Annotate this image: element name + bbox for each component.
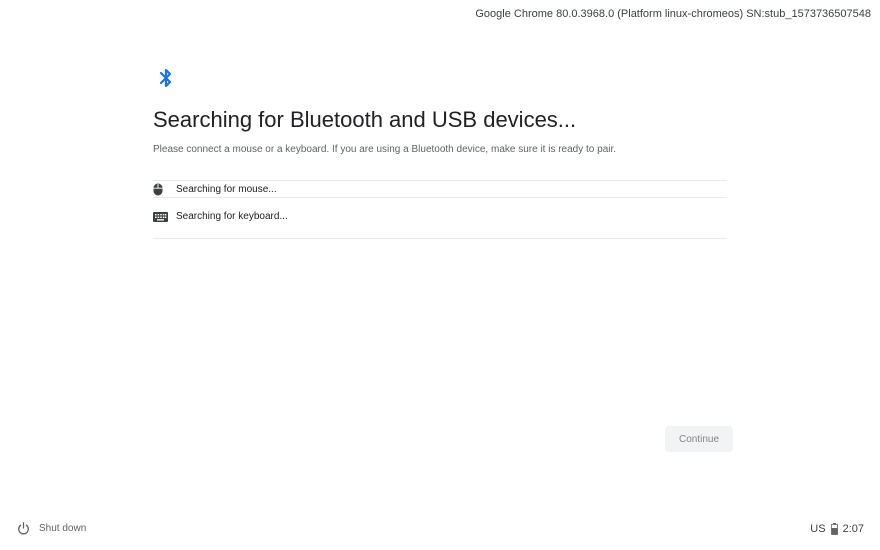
keyboard-icon [153,210,176,224]
shutdown-label: Shut down [39,523,87,534]
page-title: Searching for Bluetooth and USB devices.… [153,107,577,132]
device-list: Searching for mouse... Searching for key… [153,180,727,239]
device-row-keyboard: Searching for keyboard... [153,208,727,225]
power-icon [18,522,29,535]
bluetooth-icon [159,68,172,88]
page-subtitle: Please connect a mouse or a keyboard. If… [153,144,617,155]
clock: 2:07 [842,523,864,535]
ime-indicator: US [810,523,826,535]
device-label-keyboard: Searching for keyboard... [176,211,288,222]
device-row-mouse: Searching for mouse... [153,181,727,198]
shutdown-button[interactable]: Shut down [17,522,86,535]
device-label-mouse: Searching for mouse... [176,183,277,195]
status-area[interactable]: US 2:07 [810,523,864,535]
battery-icon [830,523,838,535]
mouse-icon [153,182,176,196]
continue-button[interactable]: Continue [665,426,733,452]
version-info: Google Chrome 80.0.3968.0 (Platform linu… [475,8,871,20]
